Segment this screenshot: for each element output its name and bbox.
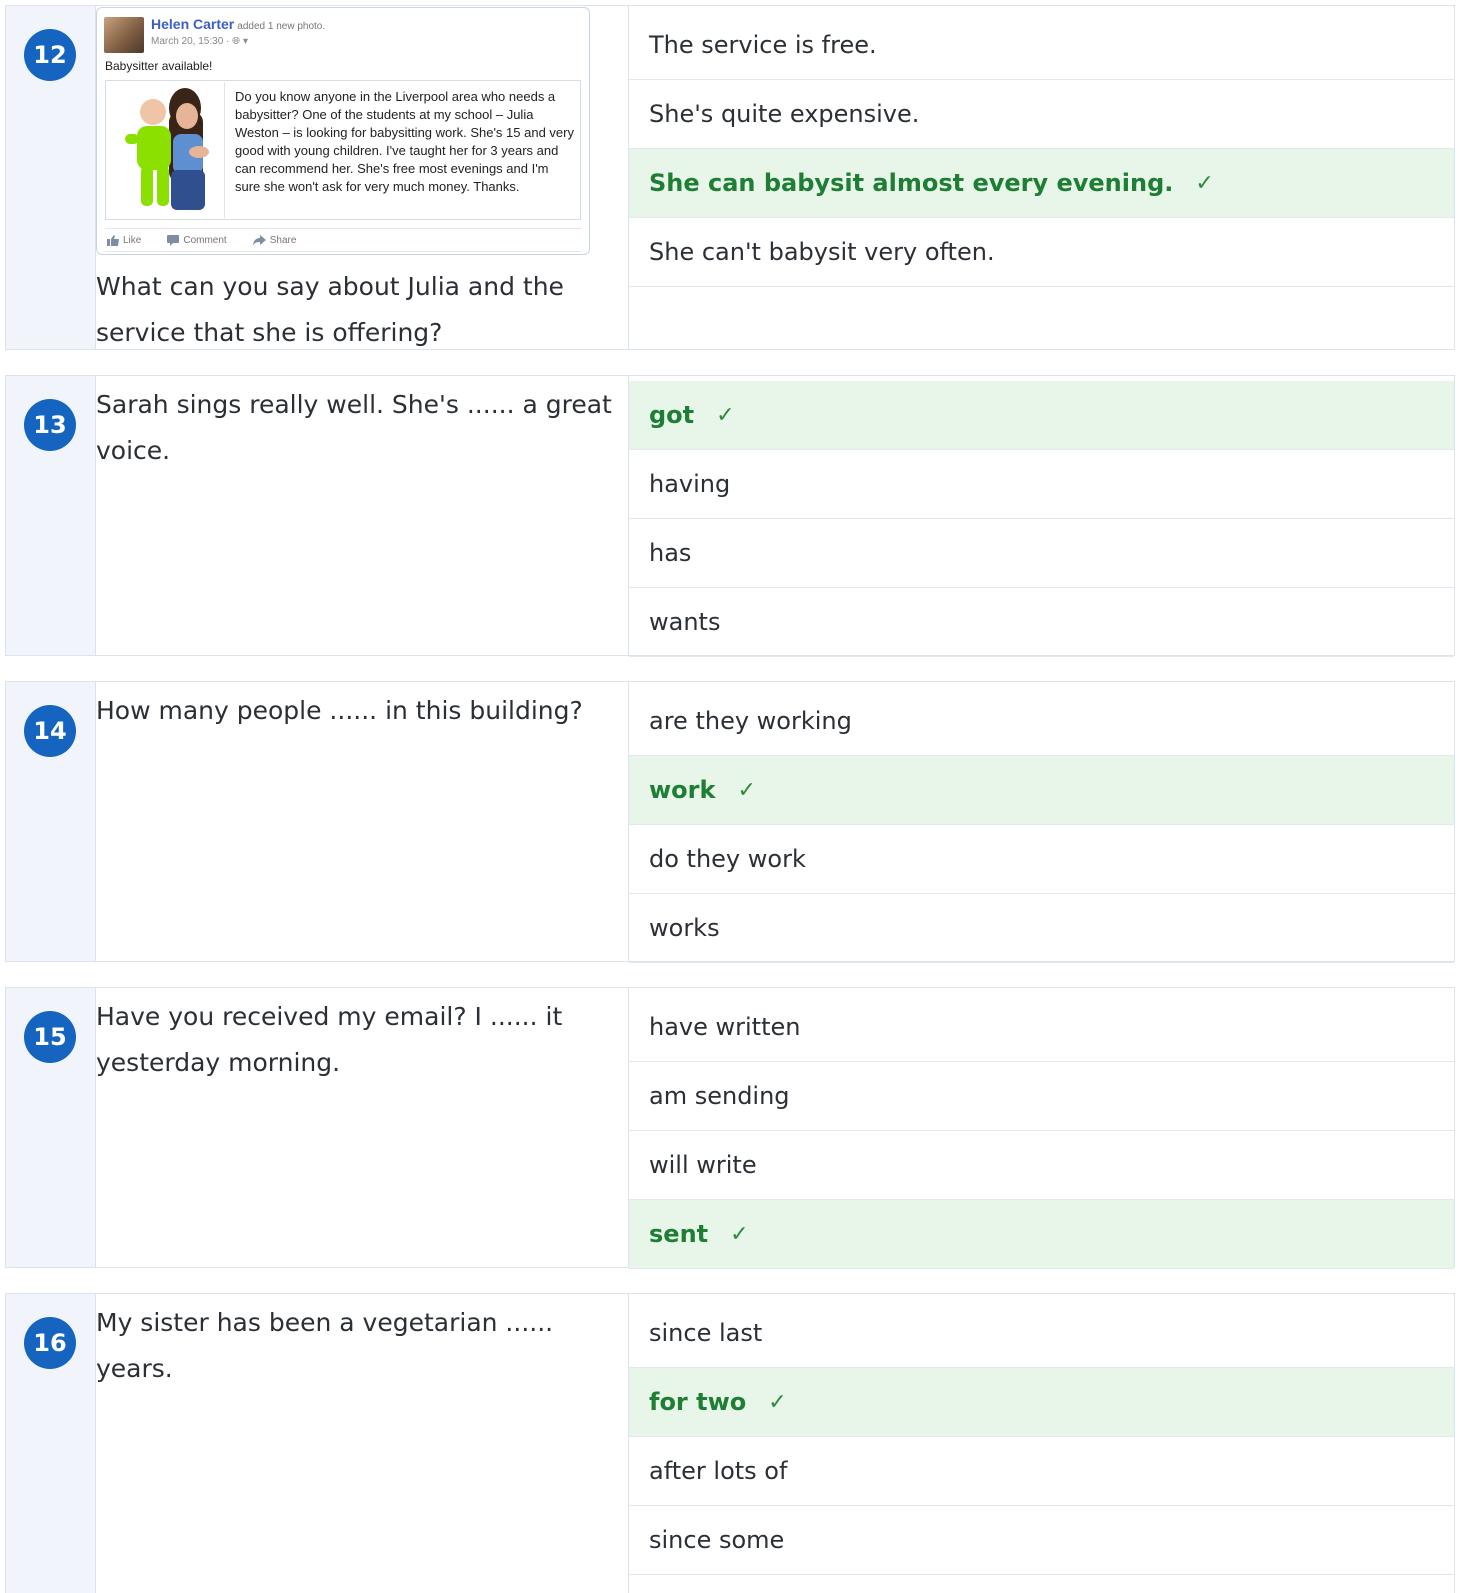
answer-option-label: She can't babysit very often. (649, 238, 995, 266)
checkmark-icon: ✓ (730, 1221, 749, 1247)
post-photo (107, 82, 225, 218)
checkmark-icon: ✓ (768, 1389, 787, 1415)
answer-option-label: do they work (649, 845, 806, 873)
question-text: Have you received my email? I ...... it … (96, 1002, 563, 1077)
answer-option-label: wants (649, 608, 721, 636)
question-text-column: My sister has been a vegetarian ...... y… (96, 1294, 629, 1593)
facebook-post-card: Helen Carter added 1 new photo. March 20,… (96, 7, 590, 255)
answer-option[interactable]: am sending (629, 1062, 1454, 1131)
chevron-down-icon: ▾ (242, 36, 248, 47)
question-block: 16 My sister has been a vegetarian .....… (5, 1293, 1455, 1593)
post-date-text: March 20, 15:30 · (151, 36, 230, 47)
author-avatar (104, 17, 144, 53)
answer-option[interactable]: since last (629, 1299, 1454, 1368)
answer-option-label: after lots of (649, 1457, 788, 1485)
post-author: Helen Carter added 1 new photo. (151, 16, 325, 32)
answer-option[interactable]: since some (629, 1506, 1454, 1575)
comment-label: Comment (183, 234, 227, 246)
answer-option[interactable]: has (629, 519, 1454, 588)
question-text-column: Sarah sings really well. She's ...... a … (96, 376, 629, 655)
post-content: Do you know anyone in the Liverpool area… (105, 80, 581, 220)
answer-option[interactable]: work ✓ (629, 756, 1454, 825)
answer-options: The service is free. She's quite expensiv… (629, 11, 1454, 287)
question-text-column: Have you received my email? I ...... it … (96, 988, 629, 1267)
answer-option[interactable]: works (629, 894, 1454, 963)
answer-option-label: got (649, 401, 695, 429)
answer-option-label: are they working (649, 707, 852, 735)
question-number-badge: 16 (24, 1317, 76, 1369)
share-icon (252, 234, 266, 246)
post-author-name: Helen Carter (151, 16, 235, 32)
question-number-column: 13 (6, 376, 96, 655)
answer-option-label: since last (649, 1319, 763, 1347)
answer-option[interactable]: will write (629, 1131, 1454, 1200)
answer-option[interactable]: after lots of (629, 1437, 1454, 1506)
post-body: Do you know anyone in the Liverpool area… (235, 89, 574, 194)
post-title: Babysitter available! (105, 59, 213, 73)
question-number-badge: 12 (24, 29, 76, 81)
answer-option-label: sent (649, 1220, 709, 1248)
answer-option-label: for two (649, 1388, 747, 1416)
share-button[interactable]: Share (252, 234, 297, 246)
answer-options: got ✓ having has wants (629, 381, 1454, 657)
comment-button[interactable]: Comment (167, 234, 227, 246)
answer-option[interactable]: having (629, 450, 1454, 519)
checkmark-icon: ✓ (716, 402, 735, 428)
question-block: 13 Sarah sings really well. She's ......… (5, 375, 1455, 657)
question-number-badge: 14 (24, 705, 76, 757)
answer-option-label: since some (649, 1526, 785, 1554)
checkmark-icon: ✓ (737, 777, 756, 803)
answer-option[interactable]: sent ✓ (629, 1200, 1454, 1269)
answer-option[interactable]: She can babysit almost every evening. ✓ (629, 149, 1454, 218)
question-text: How many people ...... in this building? (96, 696, 583, 725)
answer-option-label: will write (649, 1151, 757, 1179)
answer-option-label: works (649, 914, 720, 942)
question-text-column: How many people ...... in this building? (96, 682, 629, 961)
globe-icon: 🌐︎ (232, 36, 241, 47)
answer-option-label: She can babysit almost every evening. (649, 169, 1174, 197)
answer-option-label: having (649, 470, 731, 498)
question-block: 14 How many people ...... in this buildi… (5, 681, 1455, 963)
like-button[interactable]: Like (107, 234, 142, 246)
checkmark-icon: ✓ (1195, 170, 1214, 196)
answer-option-label: am sending (649, 1082, 790, 1110)
answer-options: are they working work ✓ do they work works (629, 687, 1454, 963)
question-text: My sister has been a vegetarian ...... y… (96, 1308, 554, 1383)
answer-option[interactable]: She can't babysit very often. (629, 218, 1454, 287)
answer-option[interactable]: are they working (629, 687, 1454, 756)
comment-icon (167, 234, 180, 246)
question-number-column: 12 (6, 6, 96, 349)
post-action: added 1 new photo. (237, 21, 326, 32)
like-label: Like (123, 234, 142, 246)
question-number-badge: 13 (24, 399, 76, 451)
thumbs-up-icon (107, 234, 119, 246)
share-label: Share (269, 234, 297, 246)
answer-option-label: work (649, 776, 716, 804)
answer-options: since last for two ✓ after lots of since som… (629, 1299, 1454, 1575)
answer-option-label: The service is free. (649, 31, 877, 59)
question-number-column: 16 (6, 1294, 96, 1593)
question-text: What can you say about Julia and the ser… (96, 272, 564, 347)
question-text: Sarah sings really well. She's ...... a … (96, 390, 612, 465)
answer-option[interactable]: The service is free. (629, 11, 1454, 80)
answer-option[interactable]: for two ✓ (629, 1368, 1454, 1437)
answer-option[interactable]: She's quite expensive. (629, 80, 1454, 149)
question-block: 15 Have you received my email? I ...... … (5, 987, 1455, 1269)
answer-option-label: have written (649, 1013, 801, 1041)
question-number-badge: 15 (24, 1011, 76, 1063)
answer-option[interactable]: do they work (629, 825, 1454, 894)
answer-option[interactable]: have written (629, 993, 1454, 1062)
answer-option-label: has (649, 539, 692, 567)
post-actions-bar: Like Comment Share (105, 228, 581, 252)
answer-options: have written am sending will write sent ✓ (629, 993, 1454, 1269)
answer-option[interactable]: got ✓ (629, 381, 1454, 450)
question-number-column: 14 (6, 682, 96, 961)
answer-option-label: She's quite expensive. (649, 100, 920, 128)
question-number-column: 15 (6, 988, 96, 1267)
post-date: March 20, 15:30 · 🌐︎ ▾ (151, 36, 248, 47)
answer-option[interactable]: wants (629, 588, 1454, 657)
